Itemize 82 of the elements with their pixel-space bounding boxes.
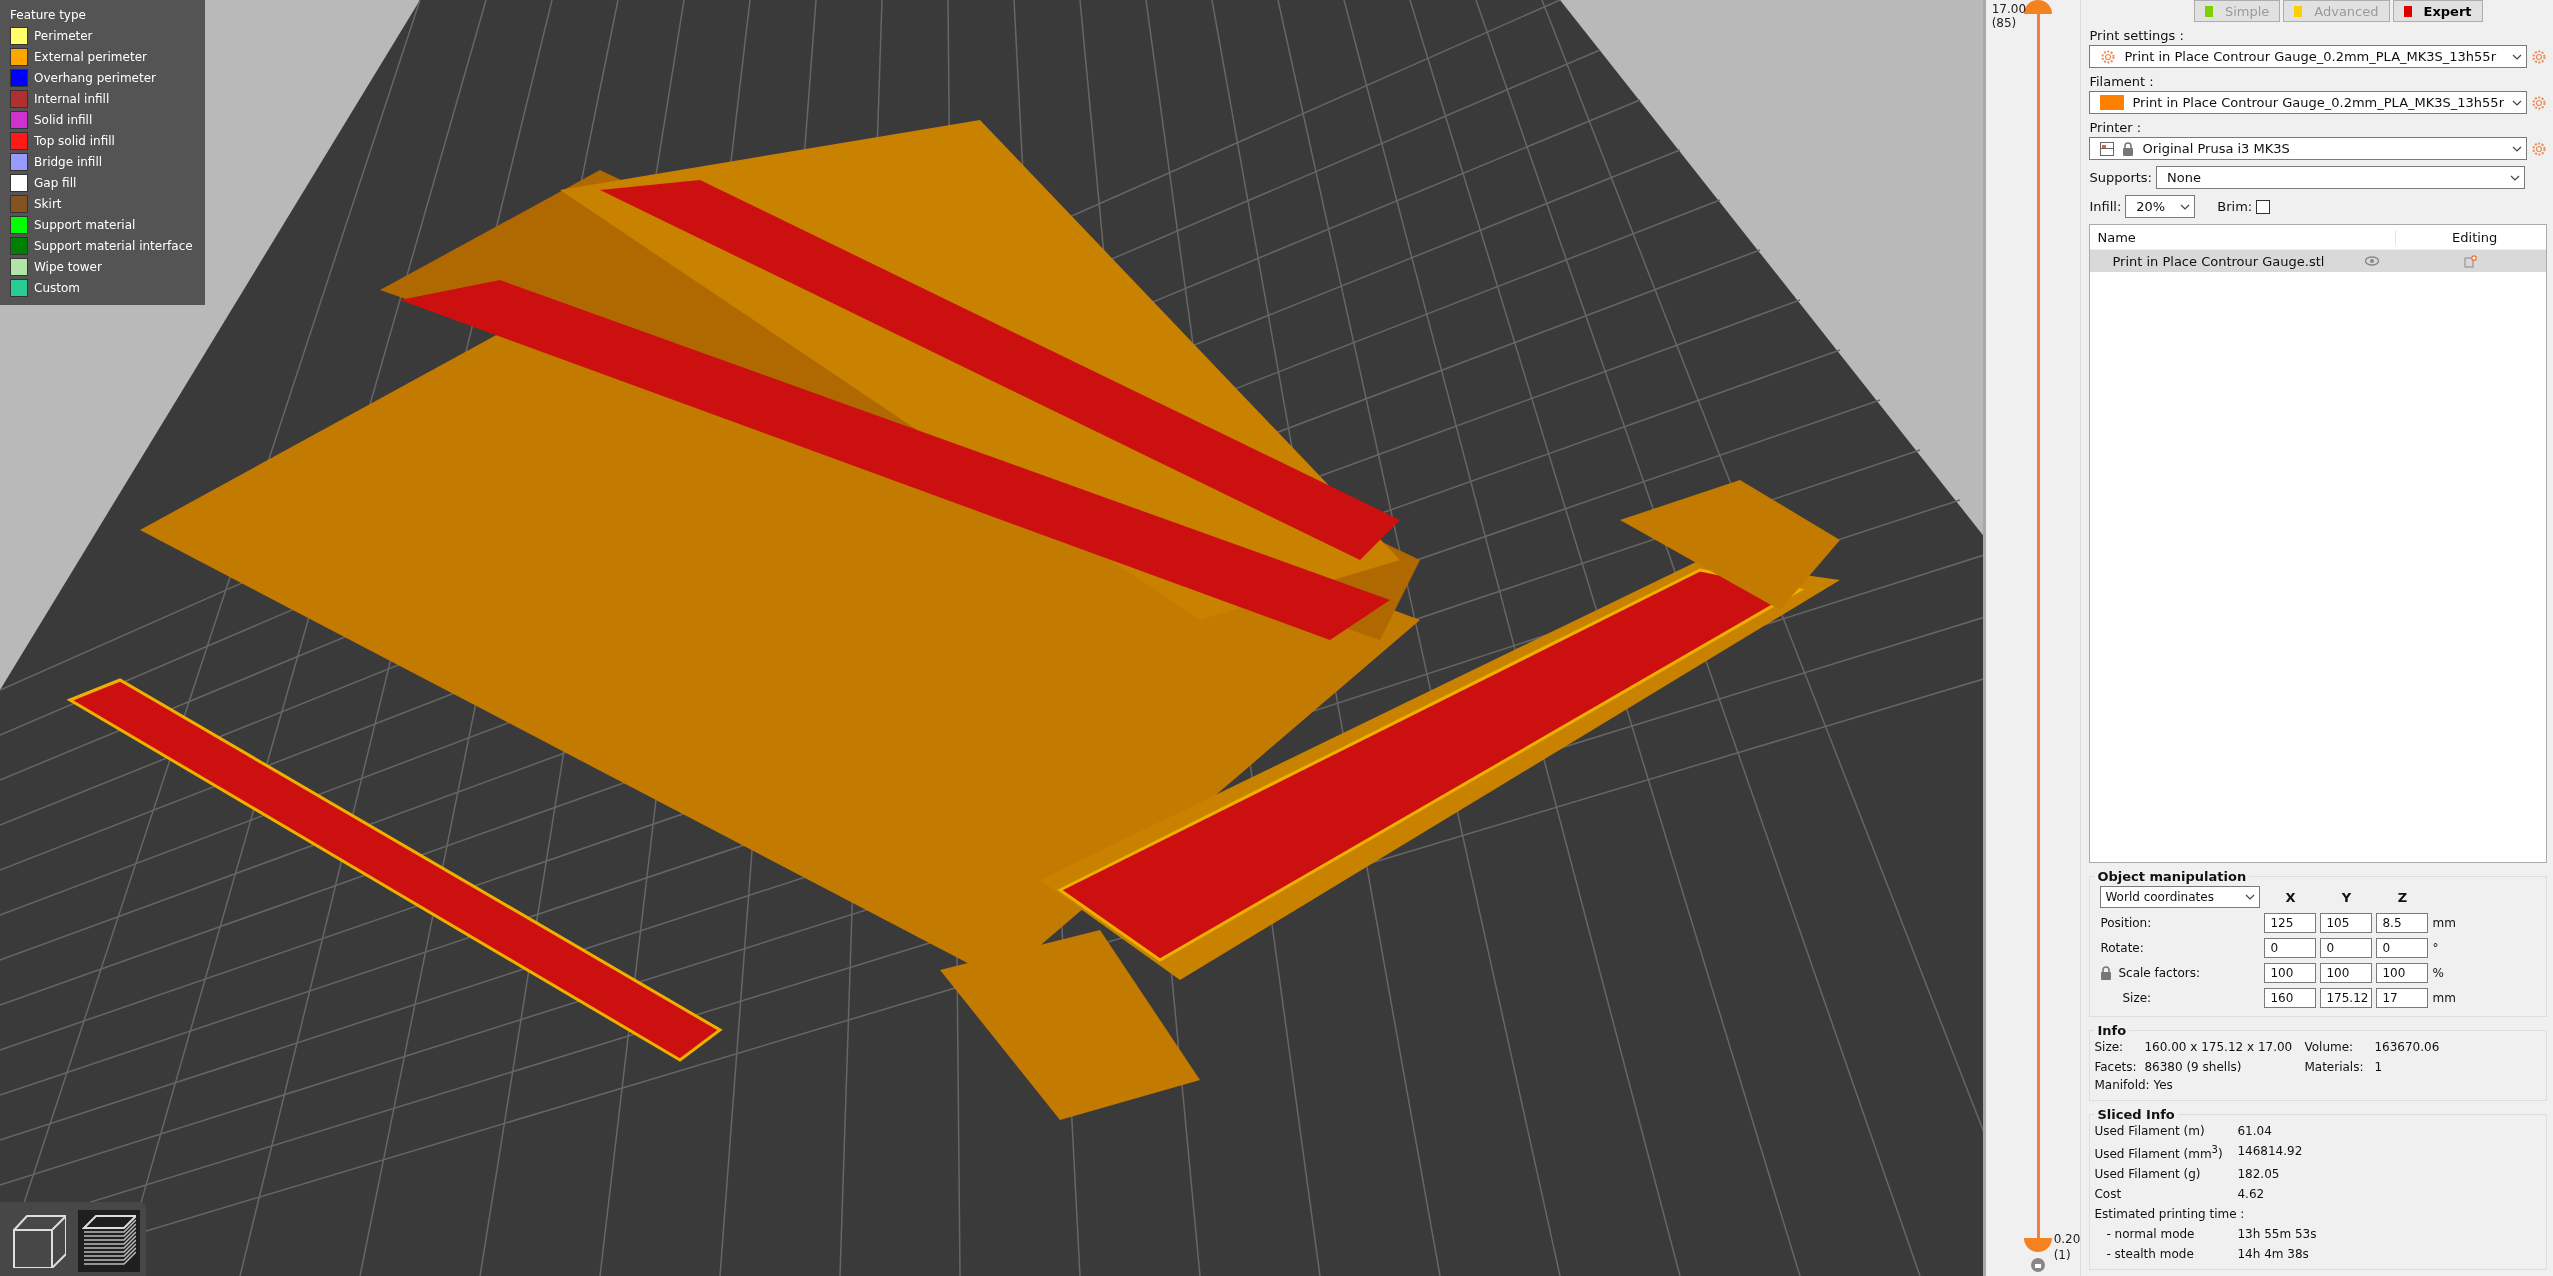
info-label: - normal mode [2105,1227,2196,1241]
slider-value: 17.00 [1991,2,2026,16]
info-label: Estimated printing time : [2094,1207,2246,1221]
section-title: Info [2096,1023,2128,1038]
legend-label: External perimeter [34,50,147,64]
info-label: Used Filament (g) [2094,1167,2202,1181]
info-label: Used Filament (m) [2094,1124,2206,1138]
coordinates-dropdown[interactable]: World coordinates [2100,886,2261,908]
slider-value: 0.20 [2053,1232,2081,1246]
number-input[interactable]: 0 [2320,938,2373,958]
field-label: Brim: [2217,199,2253,214]
info-text: Manifold: Yes [2094,1078,2174,1092]
legend-label: Overhang perimeter [34,71,156,85]
legend-label: Gap fill [34,176,77,190]
axis-label: Y [2340,889,2353,905]
info-value: 61.04 [2237,1124,2273,1138]
column-header: Name [2096,229,2137,245]
number-input[interactable]: 8.5 [2376,913,2429,933]
column-header: Editing [2395,229,2546,245]
mode-button[interactable]: Expert [2392,0,2483,22]
section-title: Sliced Info [2096,1107,2176,1122]
unit-label: % [2432,966,2445,980]
unit-label: mm [2432,916,2457,930]
field-label: Supports: [2089,170,2152,185]
legend-label: Perimeter [34,29,93,43]
field-label: Rotate: [2100,941,2144,955]
number-input[interactable]: 160 [2264,988,2317,1008]
number-input[interactable]: 0 [2264,938,2317,958]
number-input[interactable]: 100 [2320,963,2373,983]
info-value: 86380 (9 shells) [2144,1060,2243,1074]
legend-label: Custom [34,281,80,295]
legend-label: Support material [34,218,136,232]
field-label: Printer : [2089,120,2143,135]
legend-label: Internal infill [34,92,110,106]
infill-dropdown[interactable]: 20% [2125,195,2196,218]
info-value: 13h 55m 53s [2237,1227,2318,1241]
info-value: 14h 4m 38s [2237,1247,2310,1261]
supports-dropdown[interactable]: None [2156,166,2525,189]
info-label: Materials: [2304,1060,2365,1074]
unit-label: ° [2432,941,2440,955]
number-input[interactable]: 0 [2376,938,2429,958]
legend-label: Support material interface [34,239,193,253]
preset-dropdown[interactable]: Print in Place Controur Gauge_0.2mm_PLA_MK3S_13h55r [2089,91,2527,114]
legend-label: Bridge infill [34,155,103,169]
slider-value: (85) [1991,16,2017,30]
info-value: 160.00 x 175.12 x 17.00 [2144,1040,2294,1054]
number-input[interactable]: 125 [2264,913,2317,933]
section-title: Object manipulation [2096,869,2248,884]
legend-label: Solid infill [34,113,93,127]
unit-label: mm [2432,991,2457,1005]
field-label: Position: [2100,916,2152,930]
object-row[interactable]: Print in Place Controur Gauge.stl [2090,250,2546,272]
number-input[interactable]: 100 [2376,963,2429,983]
preset-dropdown[interactable]: Original Prusa i3 MK3S [2089,137,2527,160]
axis-label: Z [2396,889,2409,905]
info-value: 146814.92 [2237,1144,2304,1160]
slider-value: (1) [2053,1248,2071,1262]
info-value: 4.62 [2237,1187,2266,1201]
number-input[interactable]: 105 [2320,913,2373,933]
legend-label: Wipe tower [34,260,102,274]
info-label: Cost [2094,1187,2123,1201]
info-label: Facets: [2094,1060,2138,1074]
axis-label: X [2284,889,2297,905]
number-input[interactable]: 17 [2376,988,2429,1008]
field-label: Print settings : [2089,28,2185,43]
number-input[interactable]: 100 [2264,963,2317,983]
preset-dropdown[interactable]: Print in Place Controur Gauge_0.2mm_PLA_MK3S_13h55r [2089,45,2527,68]
info-value: 163670.06 [2374,1040,2441,1054]
field-label: Filament : [2089,74,2155,89]
info-label: Size: [2094,1040,2125,1054]
legend-title: Feature type [10,8,87,22]
info-label: Volume: [2304,1040,2355,1054]
legend-label: Skirt [34,197,62,211]
field-label: Infill: [2089,199,2122,214]
info-label: - stealth mode [2105,1247,2195,1261]
field-label: Scale factors: [2118,966,2200,980]
info-value: 1 [2374,1060,2384,1074]
field-label: Size: [2122,991,2152,1005]
info-value: 182.05 [2237,1167,2281,1181]
legend-label: Top solid infill [34,134,115,148]
info-label: Used Filament (mm$^{3}$) [2094,1144,2224,1161]
number-input[interactable]: 175.12 [2320,988,2373,1008]
